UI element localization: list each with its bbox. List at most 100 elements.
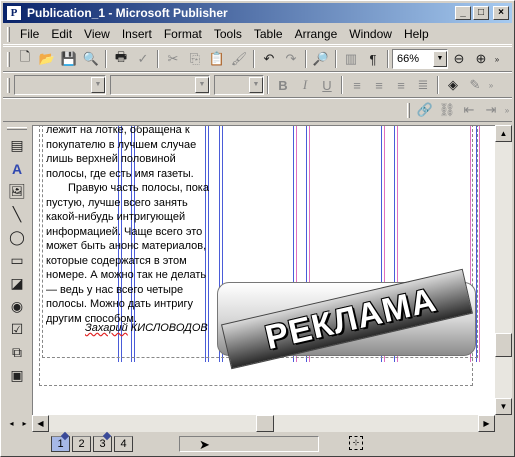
publisher-app-icon[interactable]: P (6, 5, 22, 21)
align-center-icon[interactable]: ≡ (368, 74, 390, 96)
horizontal-scrollbar[interactable]: ◀ ▶ (32, 415, 495, 432)
form-control-icon[interactable]: ☑ (6, 318, 28, 341)
menu-arrange[interactable]: Arrange (289, 25, 344, 43)
autoshapes-icon[interactable]: ◪ (6, 272, 28, 295)
scroll-right-icon[interactable]: ▶ (478, 415, 495, 432)
picture-frame-icon[interactable]: 🖼 (6, 180, 28, 203)
justify-icon[interactable]: ≣ (412, 74, 434, 96)
unlink-icon[interactable]: ⛓ (436, 99, 458, 121)
print-icon[interactable]: 🖶 (110, 48, 132, 70)
vertical-scroll-thumb[interactable] (495, 333, 512, 357)
zoom-combo[interactable]: 66% ▼ (392, 49, 448, 69)
menu-format[interactable]: Format (158, 25, 208, 43)
format-painter-icon[interactable]: 🖌 (228, 48, 250, 70)
hotspot-icon[interactable]: ◉ (6, 295, 28, 318)
chevron-down-icon[interactable]: ▼ (249, 77, 263, 93)
spelling-icon[interactable]: ✓ (132, 48, 154, 70)
scroll-up-icon[interactable]: ▲ (495, 125, 512, 142)
link-icon[interactable]: 🔗 (414, 99, 436, 121)
cut-icon[interactable]: ✂ (162, 48, 184, 70)
toolbar-grip[interactable] (407, 102, 410, 118)
columns-icon[interactable]: ▥ (340, 48, 362, 70)
align-right-icon[interactable]: ≡ (390, 74, 412, 96)
window-title: Publication_1 - Microsoft Publisher (27, 6, 228, 20)
separator (341, 76, 343, 94)
menu-tools[interactable]: Tools (208, 25, 248, 43)
separator (157, 50, 159, 68)
copy-icon[interactable]: ⎘ (184, 48, 206, 70)
fill-color-icon[interactable]: ◈ (442, 74, 464, 96)
previous-frame-icon[interactable]: ⇤ (458, 99, 480, 121)
chevron-down-icon[interactable]: ▼ (433, 51, 447, 67)
toolbar-grip[interactable] (7, 51, 10, 67)
scroll-left-icon[interactable]: ◀ (32, 415, 49, 432)
zoom-in-icon[interactable]: ⊕ (470, 48, 492, 70)
menu-file[interactable]: File (14, 25, 45, 43)
pilcrow-icon[interactable]: ¶ (362, 48, 384, 70)
undo-icon[interactable]: ↶ (258, 48, 280, 70)
line-tool-icon[interactable]: ╲ (6, 203, 28, 226)
scroll-down-icon[interactable]: ▼ (495, 398, 512, 415)
close-button[interactable]: × (493, 6, 509, 20)
font-size-combo[interactable]: ▼ (214, 75, 264, 95)
menu-table[interactable]: Table (248, 25, 289, 43)
page-navigator: 1 2 3 4 (51, 431, 135, 452)
new-icon[interactable]: 🗋 (14, 48, 36, 70)
article-text-frame[interactable]: лежит на лотке, обращена к покупателю в … (46, 126, 214, 326)
author-signature[interactable]: Захарий КИСЛОВОДОВ (85, 322, 208, 334)
bold-icon[interactable]: B (272, 74, 294, 96)
chevron-down-icon[interactable]: ▼ (91, 77, 105, 93)
chevron-down-icon[interactable]: ▼ (195, 77, 209, 93)
article-paragraph: Правую часть полосы, пока пустую, лучше … (46, 182, 209, 325)
menu-grip[interactable] (7, 26, 10, 42)
redo-icon[interactable]: ↷ (280, 48, 302, 70)
oval-tool-icon[interactable]: ◯ (6, 226, 28, 249)
underline-icon[interactable]: U (316, 74, 338, 96)
page-tab-1[interactable]: 1 (51, 431, 70, 452)
toolbar-options-icon[interactable]: » (502, 99, 512, 121)
menu-view[interactable]: View (78, 25, 116, 43)
open-icon[interactable]: 📂 (36, 48, 58, 70)
toolbar-options-icon[interactable]: » (492, 48, 502, 70)
search-file-icon[interactable]: 🔍 (80, 48, 102, 70)
save-icon[interactable]: 💾 (58, 48, 80, 70)
menu-edit[interactable]: Edit (45, 25, 78, 43)
formatting-toolbar: ▼ ▼ ▼ B I U ≡ ≡ ≡ ≣ ◈ ✎ » (3, 72, 512, 98)
nav-left-icon[interactable]: ◂ (9, 419, 13, 428)
page-nav-arrows[interactable]: ◂ ▸ (5, 415, 31, 432)
menu-window[interactable]: Window (343, 25, 398, 43)
maximize-button[interactable]: □ (473, 6, 489, 20)
rectangle-tool-icon[interactable]: ▭ (6, 249, 28, 272)
print-preview-icon[interactable]: 🔎 (310, 48, 332, 70)
publication-page[interactable]: лежит на лотке, обращена к покупателю в … (32, 125, 495, 415)
toolbar-grip[interactable] (7, 127, 27, 130)
nav-right-icon[interactable]: ▸ (22, 419, 26, 428)
align-left-icon[interactable]: ≡ (346, 74, 368, 96)
horizontal-scroll-thumb[interactable] (256, 415, 274, 432)
next-frame-icon[interactable]: ⇥ (480, 99, 502, 121)
style-combo[interactable]: ▼ (14, 75, 106, 95)
page-tab-3[interactable]: 3 (93, 431, 112, 452)
status-bar: 1 2 3 4 ➤ ⊹ (3, 431, 512, 455)
toolbar-options-icon[interactable]: » (486, 74, 496, 96)
page-tab-2[interactable]: 2 (72, 436, 91, 452)
zoom-out-icon[interactable]: ⊖ (448, 48, 470, 70)
text-box-icon[interactable]: ▤ (6, 134, 28, 157)
toolbar-grip[interactable] (7, 77, 10, 93)
italic-icon[interactable]: I (294, 74, 316, 96)
line-color-icon[interactable]: ✎ (464, 74, 486, 96)
html-fragment-icon[interactable]: ⧉ (6, 341, 28, 364)
menu-insert[interactable]: Insert (116, 25, 158, 43)
separator (387, 50, 389, 68)
separator (335, 50, 337, 68)
font-combo[interactable]: ▼ (110, 75, 210, 95)
title-bar[interactable]: P Publication_1 - Microsoft Publisher _ … (3, 3, 512, 23)
minimize-button[interactable]: _ (455, 6, 471, 20)
menu-help[interactable]: Help (398, 25, 435, 43)
vertical-scrollbar[interactable]: ▲ ▼ (495, 125, 512, 415)
page-tab-4[interactable]: 4 (114, 436, 133, 452)
wordart-icon[interactable]: A (6, 157, 28, 180)
design-gallery-icon[interactable]: ▣ (6, 364, 28, 387)
author-first-name: Захарий (85, 322, 128, 334)
paste-icon[interactable]: 📋 (206, 48, 228, 70)
